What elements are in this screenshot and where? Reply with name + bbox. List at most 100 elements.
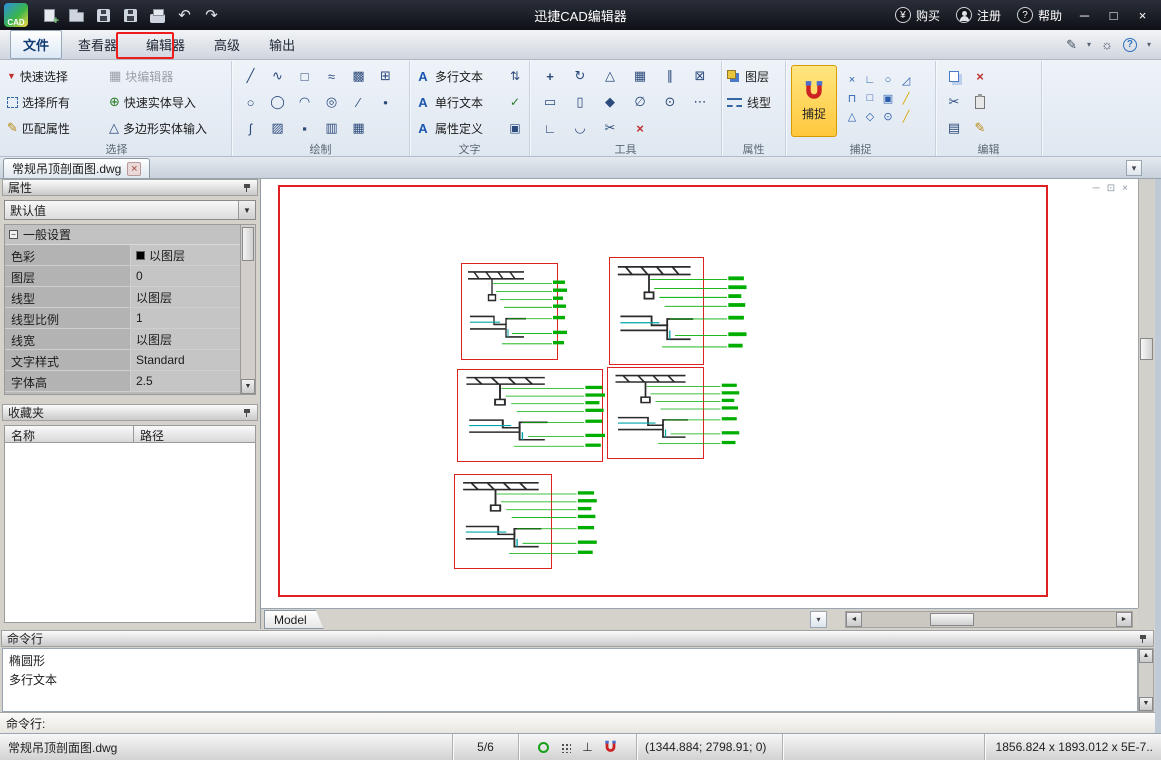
quick-select-button[interactable]: ▼ 快速选择 xyxy=(7,68,109,85)
chamfer-tool[interactable]: ∟ xyxy=(535,115,565,141)
undo-button[interactable]: ↶ xyxy=(171,3,198,27)
favorites-col-path[interactable]: 路径 xyxy=(134,425,256,443)
property-row-fontheight[interactable]: 字体高 2.5 xyxy=(5,371,240,392)
pin-icon[interactable] xyxy=(1138,634,1148,644)
zoom-tool[interactable]: ⊙ xyxy=(655,89,685,115)
property-row-linetype[interactable]: 线型 以图层 xyxy=(5,287,240,308)
scale-tool[interactable]: ▯ xyxy=(565,89,595,115)
minimize-button[interactable]: ─ xyxy=(1070,3,1099,27)
copy-button[interactable] xyxy=(941,63,967,89)
singleline-text-button[interactable]: 单行文本 xyxy=(435,94,483,111)
pencil-dropdown-icon[interactable]: ▾ xyxy=(1087,40,1091,49)
pin-icon[interactable] xyxy=(242,408,252,418)
property-row-layer[interactable]: 图层 0 xyxy=(5,266,240,287)
measure-tool[interactable]: ∅ xyxy=(625,89,655,115)
property-row-color[interactable]: 色彩 以图层 xyxy=(5,245,240,266)
delete-button[interactable]: × xyxy=(967,63,993,89)
snap-nearest-icon[interactable]: ◿ xyxy=(897,71,915,89)
multiline-text-button[interactable]: 多行文本 xyxy=(435,68,483,85)
grid-toggle-icon[interactable] xyxy=(560,742,571,753)
snap-toggle-button[interactable]: 捕捉 xyxy=(791,65,837,137)
tab-output[interactable]: 输出 xyxy=(256,30,308,59)
mdi-restore-icon[interactable]: ⊡ xyxy=(1107,183,1115,194)
help-button[interactable]: ? 帮助 xyxy=(1009,7,1070,24)
mdi-close-icon[interactable]: × xyxy=(1122,183,1128,194)
point-style-dropdown[interactable]: ◆ xyxy=(595,89,625,115)
options-dots[interactable]: ⋯ xyxy=(685,89,715,115)
preset-dropdown[interactable]: 默认值 ▼ xyxy=(4,200,256,220)
drawing-canvas[interactable]: ─ ⊡ × xyxy=(261,179,1138,608)
spline-tool[interactable]: ≈ xyxy=(318,63,345,89)
tab-list-dropdown[interactable]: ▾ xyxy=(1126,160,1142,176)
property-row-lineweight[interactable]: 线宽 以图层 xyxy=(5,329,240,350)
mdi-minimize-icon[interactable]: ─ xyxy=(1093,183,1100,194)
select-all-button[interactable]: 选择所有 xyxy=(7,94,109,111)
dropdown-arrow-icon[interactable]: ▼ xyxy=(238,201,255,219)
vertical-scrollbar[interactable] xyxy=(1138,179,1154,608)
hatch-tool[interactable]: ▨ xyxy=(264,115,291,141)
property-group-row[interactable]: − 一般设置 xyxy=(5,225,240,245)
text-scale-icon[interactable]: ⇅ xyxy=(506,69,524,83)
polyline-tool[interactable]: ∿ xyxy=(264,63,291,89)
scroll-down-icon[interactable]: ▼ xyxy=(1139,697,1153,711)
layout-tabs-dropdown[interactable]: ▾ xyxy=(810,611,827,628)
rectangle-tool[interactable]: □ xyxy=(291,63,318,89)
appearance-icon[interactable]: ☼ xyxy=(1101,37,1113,52)
block-edit-button[interactable]: ✎ xyxy=(967,115,993,141)
scroll-right-icon[interactable]: ► xyxy=(1116,612,1132,627)
snap-node-icon[interactable]: × xyxy=(843,71,861,89)
new-file-button[interactable] xyxy=(36,3,63,27)
snap-tangent-icon[interactable]: △ xyxy=(843,107,861,125)
tab-advanced[interactable]: 高级 xyxy=(201,30,253,59)
trim-tool[interactable]: ⊠ xyxy=(685,63,715,89)
polygon-entity-input-button[interactable]: △ 多边形实体输入 xyxy=(109,120,229,137)
vertical-scroll-thumb[interactable] xyxy=(1140,338,1153,360)
circle-tool[interactable]: ○ xyxy=(237,89,264,115)
snap-quadrant-icon[interactable]: □ xyxy=(861,89,879,107)
save-button[interactable] xyxy=(90,3,117,27)
donut-tool[interactable]: ◎ xyxy=(318,89,345,115)
collapse-icon[interactable]: − xyxy=(9,230,18,239)
favorites-col-name[interactable]: 名称 xyxy=(4,425,134,443)
print-button[interactable] xyxy=(144,3,171,27)
document-tab[interactable]: 常规吊顶剖面图.dwg × xyxy=(3,158,150,178)
help-circle-icon[interactable]: ? xyxy=(1123,38,1137,52)
open-file-button[interactable] xyxy=(63,3,90,27)
favorites-list[interactable] xyxy=(4,443,256,623)
command-scrollbar[interactable]: ▲ ▼ xyxy=(1138,648,1154,712)
block-editor-button[interactable]: ▦ 块编辑器 xyxy=(109,68,229,85)
snap-midpoint-icon[interactable]: ⊓ xyxy=(843,89,861,107)
paste-button[interactable] xyxy=(967,89,993,115)
array-tool[interactable]: ▦ xyxy=(625,63,655,89)
horizontal-scrollbar[interactable]: ◄ ► xyxy=(845,611,1133,628)
command-input[interactable] xyxy=(51,716,1149,731)
snap-point-icon[interactable]: ◇ xyxy=(861,107,879,125)
scroll-left-icon[interactable]: ◄ xyxy=(846,612,862,627)
pin-icon[interactable] xyxy=(242,183,252,193)
close-button[interactable]: × xyxy=(1128,3,1157,27)
register-button[interactable]: 注册 xyxy=(948,7,1009,24)
ray-tool[interactable]: ∕ xyxy=(345,89,372,115)
scroll-thumb[interactable] xyxy=(242,227,254,261)
attribute-edit-icon[interactable]: ▣ xyxy=(506,121,524,135)
fillet-tool[interactable]: ◡ xyxy=(565,115,595,141)
layer-button[interactable]: 图层 xyxy=(727,63,780,89)
command-history[interactable]: 椭圆形 多行文本 xyxy=(2,648,1138,712)
snap-center-icon[interactable]: ○ xyxy=(879,71,897,89)
maximize-button[interactable]: □ xyxy=(1099,3,1128,27)
quick-entity-import-button[interactable]: ⊕ 快速实体导入 xyxy=(109,94,229,111)
insert-block-tool[interactable]: ⊞ xyxy=(372,63,399,89)
mirror-tool[interactable]: △ xyxy=(595,63,625,89)
horizontal-scroll-thumb[interactable] xyxy=(930,613,974,626)
spell-check-icon[interactable]: ✓ xyxy=(506,95,524,109)
model-tab[interactable]: Model xyxy=(264,610,324,629)
property-row-linetype-scale[interactable]: 线型比例 1 xyxy=(5,308,240,329)
gradient-tool[interactable]: ▥ xyxy=(318,115,345,141)
tab-file[interactable]: 文件 xyxy=(10,30,62,59)
erase-tool[interactable]: × xyxy=(625,115,655,141)
document-close-icon[interactable]: × xyxy=(127,162,141,176)
ellipse-tool[interactable]: ◯ xyxy=(264,89,291,115)
redo-button[interactable]: ↷ xyxy=(198,3,225,27)
save-as-button[interactable] xyxy=(117,3,144,27)
snap-toggle-icon[interactable] xyxy=(604,740,617,754)
